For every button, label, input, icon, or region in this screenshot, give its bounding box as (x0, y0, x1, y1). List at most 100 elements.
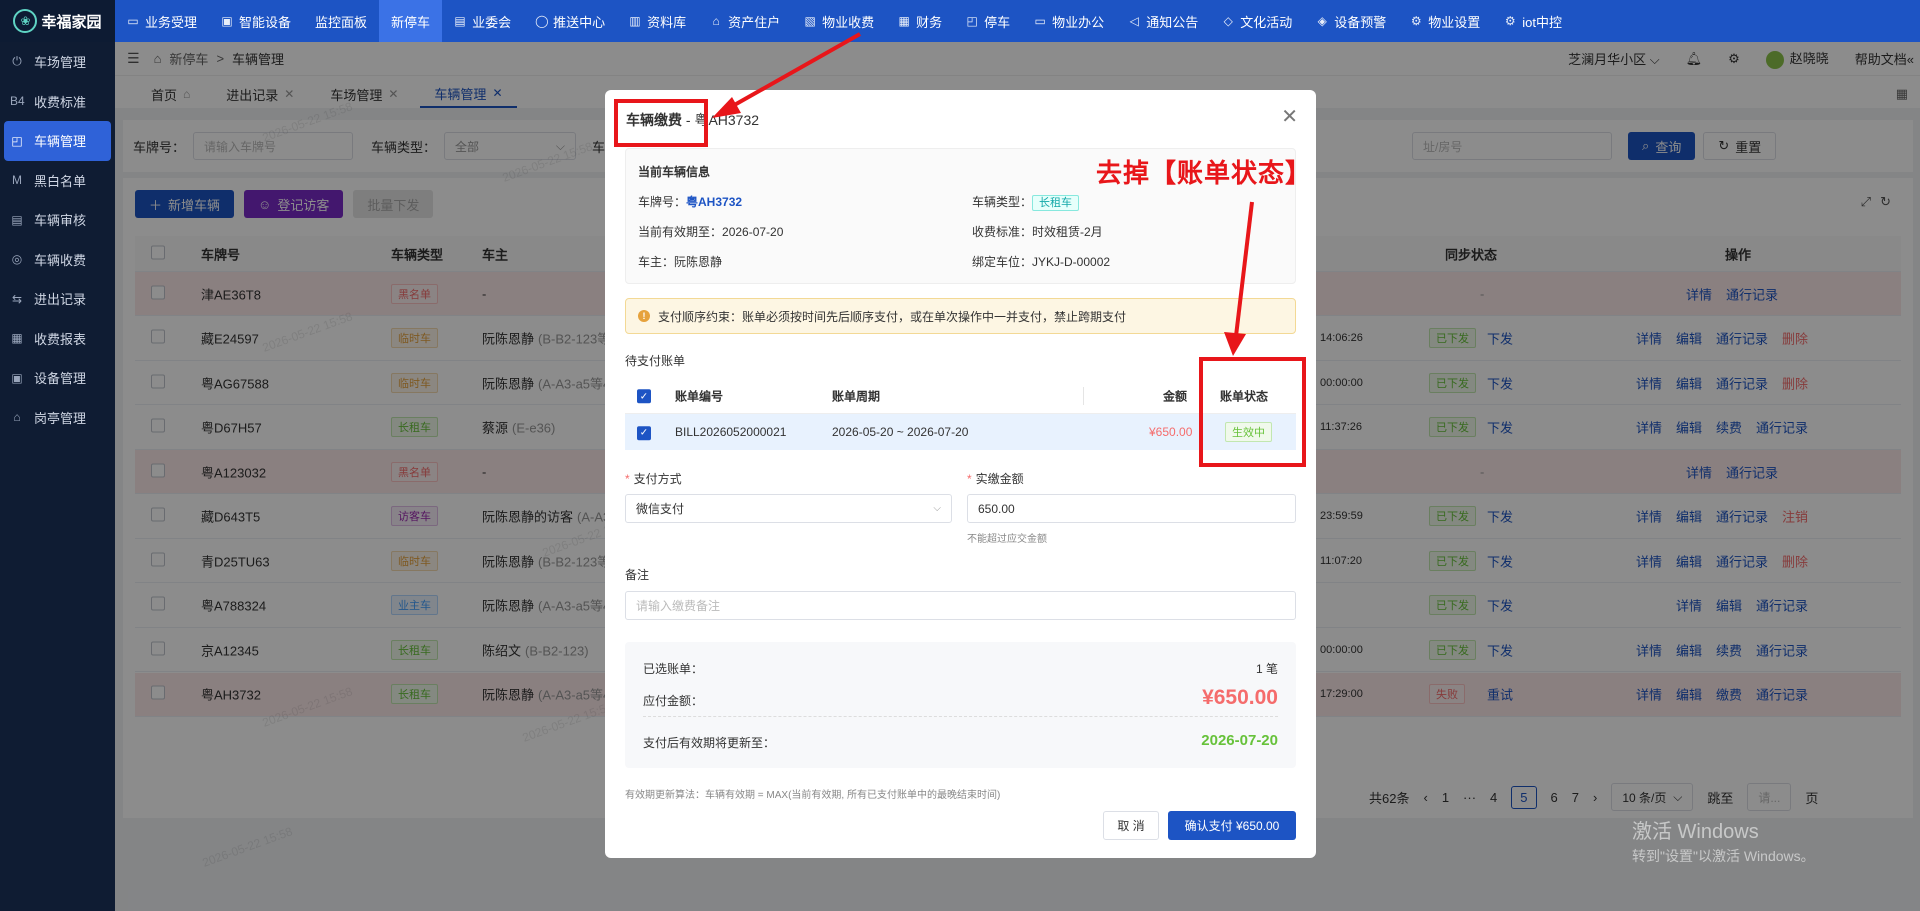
brand-logo-icon: ❀ (13, 9, 38, 33)
annotation-text: 去掉【账单状态】 (1096, 158, 1313, 188)
topnav-item[interactable]: 新停车 (379, 0, 443, 42)
topnav-item[interactable]: ▧ 物业收费 (792, 0, 886, 42)
megaphone-icon: ◁ (1129, 14, 1139, 28)
sidebar-item[interactable]: ▣ 设备管理 (0, 358, 115, 398)
remark-input[interactable]: 请输入缴费备注 (625, 591, 1296, 620)
plate-value[interactable]: 粤AH3732 (686, 195, 742, 209)
sidebar-label: 设备管理 (34, 371, 87, 387)
label: 当前有效期至： (638, 225, 723, 239)
clipboard-icon: ▭ (127, 14, 139, 28)
sidebar-label: 车辆审核 (34, 213, 87, 229)
col-bill-period: 账单周期 (832, 389, 881, 403)
valid-value: 2026-07-20 (722, 225, 784, 239)
topnav-item[interactable]: ▤ 业委会 (442, 0, 523, 42)
required-mark: * (967, 472, 972, 486)
bills-table: ✓ 账单编号 账单周期 金额 账单状态 ✓ BILL2026052000021 … (625, 378, 1296, 450)
coin-icon: ◎ (11, 252, 23, 267)
topnav-label: 物业设置 (1428, 14, 1481, 30)
topnav-label: 物业办公 (1052, 14, 1105, 30)
bills-header: ✓ 账单编号 账单周期 金额 账单状态 (625, 378, 1296, 414)
gear-icon: ⚙ (1504, 14, 1516, 28)
topnav-item[interactable]: ▦ 财务 (886, 0, 954, 42)
topnav-item[interactable]: 监控面板 (303, 0, 379, 42)
new-valid-label: 支付后有效期将更新至： (643, 736, 776, 750)
new-valid-value: 2026-07-20 (1201, 732, 1278, 749)
topnav-item[interactable]: ◰ 停车 (954, 0, 1022, 42)
topnav-item[interactable]: ▣ 智能设备 (209, 0, 303, 42)
payment-summary: 已选账单： 1 笔 应付金额： ¥650.00 支付后有效期将更新至： 2026… (625, 642, 1296, 768)
topnav-item[interactable]: ⌂ 资产住户 (698, 0, 792, 42)
sidebar-item[interactable]: ⌂ 岗亭管理 (0, 398, 115, 438)
topnav-item[interactable]: ◈ 设备预警 (1304, 0, 1398, 42)
info-valid: 当前有效期至：2026-07-20 (638, 223, 783, 240)
brand[interactable]: ❀ 幸福家园 (0, 0, 115, 42)
sidebar-item[interactable]: ⇆ 进出记录 (0, 279, 115, 319)
m-icon: M (12, 173, 22, 188)
topnav-label: 通知公告 (1146, 14, 1199, 30)
booth-icon: ⌂ (13, 410, 21, 425)
col-bill-no: 账单编号 (675, 389, 724, 403)
pay-method-select[interactable]: 微信支付 ⌵ (625, 494, 952, 523)
col-bill-amount: 金额 (1163, 389, 1188, 403)
topnav-label: 资料库 (647, 14, 687, 30)
bills-select-all-checkbox[interactable]: ✓ (637, 388, 651, 404)
topnav-item[interactable]: ▥ 资料库 (617, 0, 698, 42)
sidebar-item[interactable]: M 黑白名单 (0, 161, 115, 201)
close-icon[interactable]: ✕ (1281, 104, 1298, 129)
sidebar-item[interactable]: B4 收费标准 (0, 82, 115, 122)
topnav-item[interactable]: ⚙ iot中控 (1492, 0, 1574, 42)
sidebar-item[interactable]: ⏻ 车场管理 (0, 42, 115, 82)
b4-icon: B4 (10, 94, 25, 109)
annotation-box-title (614, 99, 708, 147)
sidebar-item[interactable]: ▦ 收费报表 (0, 319, 115, 359)
info-owner: 车主：阮陈恩静 (638, 253, 722, 270)
topnav-item[interactable]: ▭ 业务受理 (115, 0, 209, 42)
device-icon: ▣ (221, 14, 233, 28)
topnav-label: 物业收费 (822, 14, 875, 30)
topnav-item[interactable]: ◯ 推送中心 (523, 0, 617, 42)
topnav-item[interactable]: ◁ 通知公告 (1116, 0, 1210, 42)
topnav-label: 业委会 (472, 14, 512, 30)
info-standard: 收费标准：时效租赁-2月 (972, 223, 1103, 240)
bill-checkbox[interactable]: ✓ (637, 424, 651, 440)
cancel-button[interactable]: 取 消 (1103, 811, 1159, 840)
topnav-label: 停车 (984, 14, 1011, 30)
info-type: 车辆类型： 长租车 (972, 193, 1080, 211)
sidebar-label: 车辆管理 (34, 134, 87, 150)
top-nav: ▭ 业务受理 ▣ 智能设备 监控面板 新停车 ▤ 业委会 ◯ 推送中心 ▥ 资料库 ⌂ 资产住户 ▧ 物业收费… (115, 0, 1574, 42)
remark-label: 备注 (625, 568, 650, 582)
topnav-item[interactable]: ⚙ 物业设置 (1398, 0, 1492, 42)
sidebar-label: 黑白名单 (34, 173, 87, 189)
paid-amount-input[interactable]: 650.00 (967, 494, 1296, 523)
bill-icon: ▧ (804, 14, 816, 28)
activation-line1: 激活 Windows (1632, 821, 1759, 843)
sidebar-item[interactable]: ◰ 车辆管理 (4, 121, 111, 161)
topnav-item[interactable]: ▭ 物业办公 (1022, 0, 1116, 42)
topnav-item[interactable]: ◇ 文化活动 (1210, 0, 1304, 42)
confirm-pay-button[interactable]: 确认支付 ¥650.00 (1168, 811, 1296, 840)
remark-placeholder: 请输入缴费备注 (636, 599, 721, 613)
sidebar-label: 岗亭管理 (34, 410, 87, 426)
topnav-label: 推送中心 (553, 14, 606, 30)
topnav-label: 业务受理 (145, 14, 198, 30)
topnav-label: 文化活动 (1240, 14, 1293, 30)
warning-text: 支付顺序约束：账单必须按时间先后顺序支付，或在单次操作中一并支付，禁止跨期支付 (658, 309, 1127, 324)
record-icon: ⇆ (11, 291, 23, 306)
report-icon: ▦ (11, 331, 23, 346)
car-icon: ◰ (11, 133, 23, 148)
payment-order-warning: ! 支付顺序约束：账单必须按时间先后顺序支付，或在单次操作中一并支付，禁止跨期支… (625, 298, 1296, 334)
folder-icon: ▥ (629, 14, 641, 28)
lock-icon: ◈ (1317, 14, 1327, 28)
sidebar-label: 进出记录 (34, 292, 87, 308)
vehicle-payment-modal: 车辆缴费 - 粤AH3732 ✕ 当前车辆信息 车牌号：粤AH3732 车辆类型… (605, 90, 1316, 858)
sidebar-item[interactable]: ◎ 车辆收费 (0, 240, 115, 280)
sidebar-item[interactable]: ▤ 车辆审核 (0, 200, 115, 240)
info-heading: 当前车辆信息 (638, 165, 711, 179)
label: 车主： (638, 255, 675, 269)
windows-activation: 激活 Windows 转到"设置"以激活 Windows。 (1632, 815, 1815, 866)
bill-row[interactable]: ✓ BILL2026052000021 2026-05-20 ~ 2026-07… (625, 414, 1296, 450)
sidebar: ⏻ 车场管理 B4 收费标准 ◰ 车辆管理 M 黑白名单 ▤ 车辆审核 ◎ 车辆收费 ⇆ 进出记录 ▦ 收费报… (0, 42, 115, 911)
paid-amount-value: 650.00 (978, 501, 1015, 516)
topnav-label: 监控面板 (315, 14, 368, 30)
power-icon: ⏻ (12, 54, 22, 69)
